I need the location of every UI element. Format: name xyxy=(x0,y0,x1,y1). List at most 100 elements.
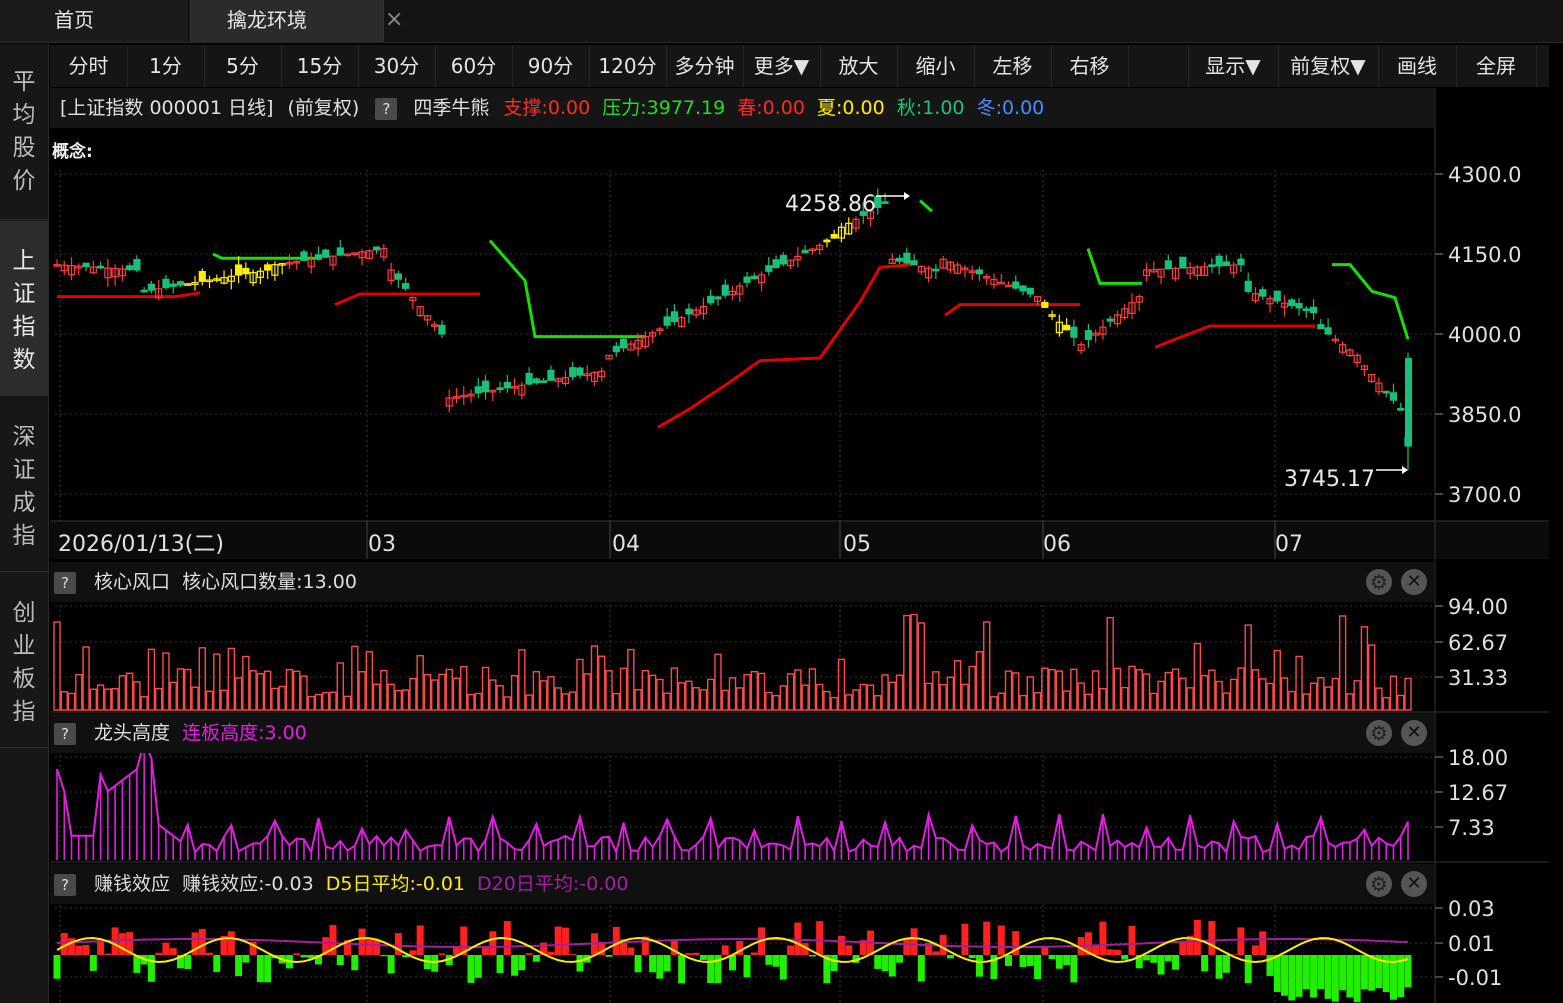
core-wind-bar xyxy=(242,655,250,711)
core-wind-bar xyxy=(1062,690,1071,711)
money-effect-bar-down xyxy=(1005,955,1013,966)
core-wind-bar xyxy=(256,673,265,711)
core-wind-bar xyxy=(213,653,221,711)
pressure-line xyxy=(1332,263,1410,340)
money-effect-bar-down xyxy=(184,955,192,969)
gear-icon[interactable]: ⚙ xyxy=(1366,720,1392,746)
candle-body xyxy=(772,259,780,269)
core-wind-bar xyxy=(590,645,599,711)
candle-body xyxy=(1215,255,1223,267)
core-wind-bar xyxy=(1309,682,1318,711)
candle-body xyxy=(264,264,272,271)
dragon-height-line xyxy=(56,738,1409,855)
core-wind-bar xyxy=(1397,694,1405,711)
money-effect-bar-down xyxy=(467,955,475,983)
core-wind-bar xyxy=(677,682,686,711)
core-wind-bar xyxy=(823,690,831,711)
close-icon[interactable]: ✕ xyxy=(1401,569,1427,595)
core-wind-bar xyxy=(728,677,737,711)
core-wind-bar xyxy=(837,658,846,711)
core-wind-bar xyxy=(1295,655,1303,711)
money-effect-bar-up xyxy=(416,925,424,955)
money-effect-bar-down xyxy=(496,955,504,974)
candle-body xyxy=(1288,299,1296,307)
money-effect-bar-up xyxy=(816,921,824,955)
price-tick-label: 4300.0 xyxy=(1448,163,1521,187)
gear-icon[interactable]: ⚙ xyxy=(1366,871,1392,897)
core-wind-bar xyxy=(772,694,780,711)
core-wind-bar xyxy=(1157,680,1165,711)
core-wind-bar xyxy=(874,695,882,711)
candle-body xyxy=(823,239,831,243)
money-effect-bar-down xyxy=(1310,955,1318,998)
date-axis-bg xyxy=(50,521,1549,559)
candle-body xyxy=(402,283,410,289)
axis-tick-label: 18.00 xyxy=(1448,746,1508,770)
money-effect-bar-down xyxy=(1353,955,1361,1003)
money-effect-bar-up xyxy=(198,928,206,955)
money-effect-bar-up xyxy=(837,935,845,955)
money-effect-bar-down xyxy=(1201,955,1209,972)
season-lines xyxy=(57,199,1410,429)
close-icon[interactable]: ✕ xyxy=(1401,871,1427,897)
axis-tick-label: 0.03 xyxy=(1448,897,1495,921)
core-wind-bar xyxy=(387,683,395,711)
money-effect-bar-up xyxy=(1113,949,1121,955)
candle-body xyxy=(1237,258,1245,266)
core-wind-bar xyxy=(895,674,904,711)
money-effect-bar-down xyxy=(532,955,540,962)
core-wind-bar xyxy=(1317,677,1325,711)
core-wind-bar xyxy=(496,685,504,711)
core-wind-bar xyxy=(1106,616,1114,711)
money-effect-bar-up xyxy=(162,942,170,955)
core-wind-bar xyxy=(1215,680,1223,711)
core-wind-bar xyxy=(953,660,962,711)
money-effect-bar-down xyxy=(1288,955,1296,1001)
money-effect-bar-up xyxy=(365,939,373,955)
core-wind-bar xyxy=(401,689,410,711)
help-icon[interactable]: ? xyxy=(54,873,76,896)
money-effect-bar-down xyxy=(975,955,983,977)
money-effect-bar-down xyxy=(1360,955,1368,990)
core-wind-bar xyxy=(946,676,955,711)
pressure-line xyxy=(919,199,933,213)
core-wind-bar xyxy=(808,668,817,711)
candle-body xyxy=(830,233,838,239)
close-icon[interactable]: ✕ xyxy=(1401,720,1427,746)
money-effect-bar-down xyxy=(707,955,715,984)
candle-body xyxy=(1244,280,1252,292)
candle-body xyxy=(801,249,809,254)
candle-body xyxy=(1222,261,1231,267)
help-icon[interactable]: ? xyxy=(54,571,76,594)
pressure-line xyxy=(488,239,645,339)
gear-icon[interactable]: ⚙ xyxy=(1366,569,1392,595)
candle-body xyxy=(532,378,540,384)
core-wind-bar xyxy=(903,614,911,711)
price-tick-label: 4150.0 xyxy=(1448,243,1521,267)
core-wind-bar xyxy=(474,692,482,711)
candle-body xyxy=(198,270,206,282)
core-wind-bar xyxy=(1150,692,1158,711)
core-wind-bar xyxy=(1360,626,1369,711)
money-effect-bar-down xyxy=(474,955,482,978)
money-effect-bar-down xyxy=(300,955,308,958)
core-wind-bar xyxy=(82,646,90,711)
money-effect-bar-down xyxy=(351,955,359,971)
candle-body xyxy=(612,345,620,353)
core-wind-bar xyxy=(191,686,199,711)
core-wind-bar xyxy=(1070,668,1078,711)
core-wind-bar xyxy=(452,677,461,711)
support-line xyxy=(944,303,1080,317)
candle-body xyxy=(133,259,141,271)
candle-body xyxy=(372,246,381,251)
core-wind-bar xyxy=(336,662,344,711)
d20-average: D20日平均:-0.00 xyxy=(477,873,629,895)
money-effect-bar-up xyxy=(1099,921,1107,955)
core-wind-bar xyxy=(663,692,671,711)
money-effect-bar-up xyxy=(155,952,163,955)
help-icon[interactable]: ? xyxy=(54,722,76,745)
candle-body xyxy=(1070,326,1078,338)
core-wind-bar xyxy=(1077,682,1085,711)
core-wind-bar xyxy=(1121,686,1129,711)
money-effect-bar-down xyxy=(213,955,221,972)
